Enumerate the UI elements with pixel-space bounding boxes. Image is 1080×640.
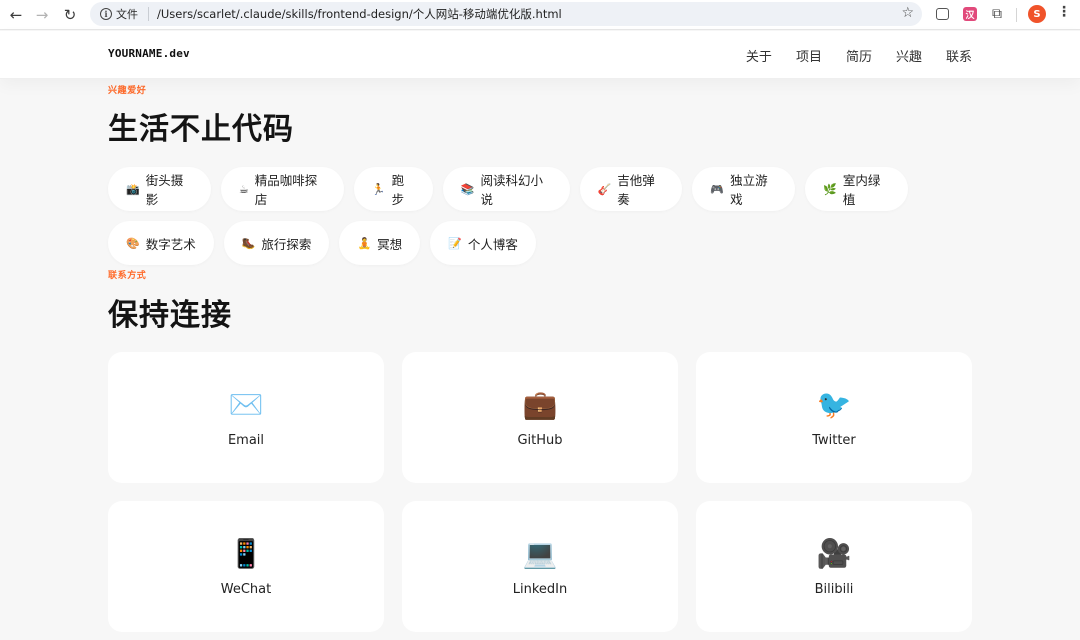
- interest-chip: ☕ 精品咖啡探店: [220, 167, 344, 211]
- envelope-icon: ✉️: [228, 388, 264, 421]
- address-bar[interactable]: i 文件 /Users/scarlet/.claude/skills/front…: [90, 2, 922, 26]
- card-label: Email: [227, 433, 265, 448]
- interest-chip: 🏃 跑步: [353, 167, 433, 211]
- nav-link-contact[interactable]: 联系: [946, 46, 972, 65]
- reload-icon[interactable]: ↻: [58, 3, 82, 27]
- chip-label: 精品咖啡探店: [254, 173, 318, 207]
- chip-label: 个人博客: [467, 236, 518, 252]
- memo-icon: 📝: [448, 236, 462, 250]
- runner-icon: 🏃: [371, 182, 386, 196]
- card-label: LinkedIn: [512, 582, 568, 597]
- nav-link-resume[interactable]: 简历: [846, 46, 872, 65]
- game-controller-icon: 🎮: [710, 182, 725, 196]
- site-info-label: 文件: [116, 8, 138, 21]
- bird-icon: 🐦: [816, 388, 852, 421]
- extensions-puzzle-icon[interactable]: ⧉: [988, 5, 1006, 23]
- chip-label: 独立游戏: [730, 173, 768, 207]
- interest-chip: 🌿 室内绿植: [805, 167, 908, 211]
- nav-link-interests[interactable]: 兴趣: [896, 46, 922, 65]
- video-camera-icon: 🎥: [816, 537, 852, 570]
- chip-label: 冥想: [377, 236, 403, 252]
- contact-card-github[interactable]: 💼 GitHub: [402, 352, 678, 483]
- browser-menu-icon[interactable]: ⋮: [1057, 4, 1071, 20]
- hiking-boot-icon: 🥾: [241, 236, 256, 250]
- card-label: WeChat: [220, 582, 272, 597]
- palette-icon: 🎨: [126, 236, 140, 250]
- contact-card-twitter[interactable]: 🐦 Twitter: [696, 352, 972, 483]
- forward-arrow-icon[interactable]: →: [30, 3, 54, 27]
- books-icon: 📚: [460, 182, 475, 196]
- contact-card-linkedin[interactable]: 💻 LinkedIn: [402, 501, 678, 632]
- url-divider: [148, 7, 149, 21]
- chip-label: 阅读科幻小说: [480, 173, 543, 207]
- contact-card-bilibili[interactable]: 🎥 Bilibili: [696, 501, 972, 632]
- card-label: GitHub: [517, 433, 563, 448]
- herb-icon: 🌿: [823, 182, 837, 196]
- meditation-icon: 🧘: [357, 236, 372, 250]
- site-logo[interactable]: YOURNAME.dev: [108, 47, 190, 60]
- interest-chip: 🎮 独立游戏: [692, 167, 796, 211]
- chip-label: 室内绿植: [842, 173, 881, 207]
- toolbar-divider: [1016, 8, 1017, 22]
- interest-chip: 📸 街头摄影: [108, 167, 211, 211]
- nav-link-projects[interactable]: 项目: [796, 46, 822, 65]
- main-nav: 关于 项目 简历 兴趣 联系: [746, 46, 972, 65]
- interest-chip: 📝 个人博客: [430, 221, 536, 265]
- browser-toolbar: ← → ↻ i 文件 /Users/scarlet/.claude/skills…: [0, 0, 1080, 30]
- card-label: Twitter: [812, 433, 856, 448]
- contact-card-wechat[interactable]: 📱 WeChat: [108, 501, 384, 632]
- camera-icon: 📸: [126, 182, 140, 196]
- chip-label: 数字艺术: [145, 236, 196, 252]
- mobile-phone-icon: 📱: [228, 537, 264, 570]
- nav-link-about[interactable]: 关于: [746, 46, 772, 65]
- chip-label: 旅行探索: [261, 236, 312, 252]
- site-header: YOURNAME.dev 关于 项目 简历 兴趣 联系: [0, 31, 1080, 79]
- card-label: Bilibili: [814, 582, 854, 597]
- site-info-button[interactable]: i 文件: [96, 4, 144, 24]
- chip-label: 吉他弹奏: [617, 173, 655, 207]
- translate-extension-icon[interactable]: 汉: [963, 7, 977, 21]
- info-icon: i: [100, 8, 112, 20]
- chip-label: 跑步: [391, 173, 405, 207]
- back-arrow-icon[interactable]: ←: [4, 3, 28, 27]
- interest-chip: 🥾 旅行探索: [223, 221, 330, 265]
- laptop-icon: 💻: [522, 537, 558, 570]
- chip-label: 街头摄影: [145, 173, 184, 207]
- interest-chip: 🧘 冥想: [339, 221, 421, 265]
- interests-section-label: 兴趣爱好: [108, 86, 147, 96]
- coffee-icon: ☕: [238, 182, 249, 196]
- interests-section-title: 生活不止代码: [108, 112, 294, 147]
- interest-chips: 📸 街头摄影 ☕ 精品咖啡探店 🏃 跑步 📚 阅读科幻小说 🎸 吉他弹奏 🎮 独立游戏 🌿 室…: [108, 167, 908, 275]
- interest-chip: 🎸 吉他弹奏: [579, 167, 683, 211]
- guitar-icon: 🎸: [597, 182, 612, 196]
- interest-chip: 🎨 数字艺术: [108, 221, 214, 265]
- contact-cards: ✉️ Email 💼 GitHub 🐦 Twitter 📱 WeChat 💻 Linked…: [108, 352, 972, 632]
- briefcase-icon: 💼: [522, 388, 558, 421]
- profile-avatar[interactable]: S: [1028, 5, 1046, 23]
- bookmark-star-icon[interactable]: ☆: [901, 5, 914, 21]
- url-text[interactable]: /Users/scarlet/.claude/skills/frontend-d…: [157, 6, 562, 22]
- contact-section-label: 联系方式: [108, 271, 147, 281]
- contact-section-title: 保持连接: [108, 298, 232, 333]
- tab-search-icon[interactable]: [936, 8, 949, 20]
- interest-chip: 📚 阅读科幻小说: [442, 167, 570, 211]
- contact-card-email[interactable]: ✉️ Email: [108, 352, 384, 483]
